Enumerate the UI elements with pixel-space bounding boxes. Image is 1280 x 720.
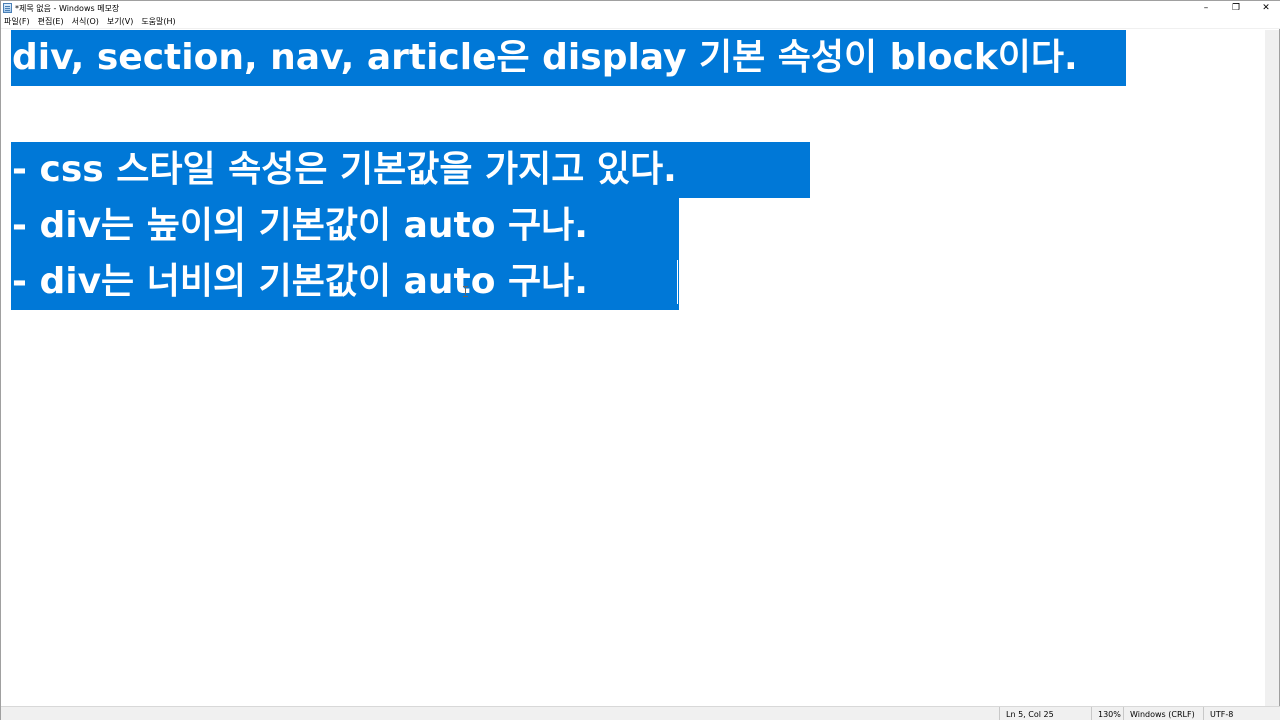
menu-edit[interactable]: 편집(E)	[35, 16, 69, 27]
editor-line-5: - div는 너비의 기본값이 auto 구나.	[11, 254, 679, 310]
close-button[interactable]: ✕	[1251, 1, 1280, 15]
minimize-button[interactable]: –	[1191, 1, 1221, 15]
editor-line-4: - div는 높이의 기본값이 auto 구나.	[11, 198, 679, 254]
selected-text-line-4[interactable]: - div는 높이의 기본값이 auto 구나.	[11, 198, 679, 254]
window-title: *제목 없음 - Windows 메모장	[15, 3, 120, 13]
status-line-ending: Windows (CRLF)	[1123, 707, 1203, 720]
menu-bar: 파일(F) 편집(E) 서식(O) 보기(V) 도움말(H)	[1, 15, 1280, 29]
status-encoding: UTF-8	[1203, 707, 1280, 720]
menu-file[interactable]: 파일(F)	[1, 16, 35, 27]
notepad-app-icon[interactable]	[3, 3, 12, 13]
status-cursor-position: Ln 5, Col 25	[999, 707, 1091, 720]
selected-text-line-3[interactable]: - css 스타일 속성은 기본값을 가지고 있다.	[11, 142, 810, 198]
menu-view[interactable]: 보기(V)	[104, 16, 138, 27]
editor-line-3: - css 스타일 속성은 기본값을 가지고 있다.	[11, 142, 810, 198]
window-controls: – ❐ ✕	[1191, 1, 1280, 15]
restore-button[interactable]: ❐	[1221, 1, 1251, 15]
menu-format[interactable]: 서식(O)	[69, 16, 104, 27]
status-zoom: 130%	[1091, 707, 1123, 720]
status-bar: Ln 5, Col 25 130% Windows (CRLF) UTF-8	[1, 706, 1280, 720]
vertical-scrollbar[interactable]	[1265, 30, 1279, 706]
notepad-window: *제목 없음 - Windows 메모장 – ❐ ✕ 파일(F) 편집(E) 서…	[0, 0, 1280, 720]
editor-line-1: div, section, nav, article은 display 기본 속…	[11, 30, 1126, 86]
selected-text-line-5[interactable]: - div는 너비의 기본값이 auto 구나.	[11, 254, 679, 310]
title-bar[interactable]: *제목 없음 - Windows 메모장 – ❐ ✕	[1, 1, 1280, 15]
text-editor-area[interactable]: div, section, nav, article은 display 기본 속…	[1, 30, 1267, 706]
menu-help[interactable]: 도움말(H)	[138, 16, 180, 27]
text-caret	[677, 260, 678, 304]
ibeam-cursor-icon	[463, 286, 468, 297]
selected-text-line-1[interactable]: div, section, nav, article은 display 기본 속…	[11, 30, 1126, 86]
